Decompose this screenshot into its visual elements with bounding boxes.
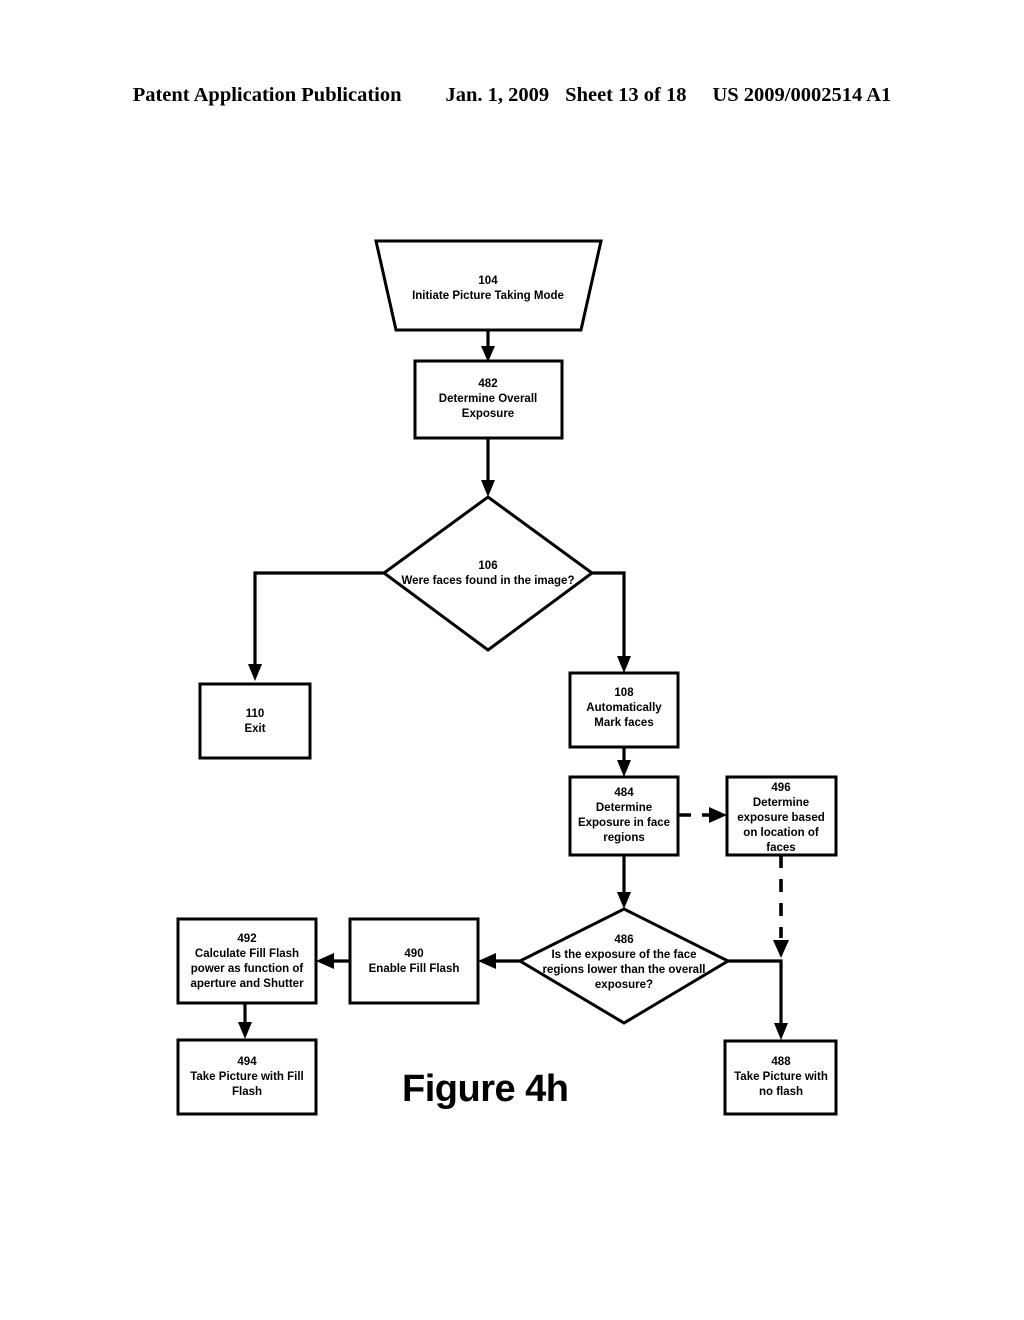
node-490-label: Enable Fill Flash <box>369 963 460 975</box>
node-494-take-picture-with-fill-flash[interactable]: 494 Take Picture with Fill Flash <box>176 1038 318 1116</box>
connector-104-to-482 <box>481 330 495 362</box>
connector-486-to-488 <box>728 959 788 1040</box>
node-110-label: Exit <box>244 723 265 735</box>
connector-490-to-492 <box>316 953 350 969</box>
node-490-enable-fill-flash[interactable]: 490 Enable Fill Flash <box>348 917 480 1005</box>
node-110-ref: 110 <box>246 708 265 720</box>
node-104-label: Initiate Picture Taking Mode <box>412 290 564 302</box>
node-496-determine-exposure-based-on-location-of-faces[interactable]: 496 Determine exposure based on location… <box>725 775 838 857</box>
node-482-ref: 482 <box>478 378 497 390</box>
node-108-ref: 108 <box>614 687 634 699</box>
node-494-label-line1: Take Picture with Fill <box>190 1071 304 1083</box>
node-486-label-line2: regions lower than the overall <box>543 964 706 976</box>
node-484-determine-exposure-in-face-regions[interactable]: 484 Determine Exposure in face regions <box>568 775 680 857</box>
node-488-label-line2: no flash <box>759 1086 803 1098</box>
patent-figure-page: Patent Application Publication Jan. 1, 20… <box>0 0 1024 1320</box>
connector-492-to-494 <box>238 1002 252 1039</box>
node-486-is-exposure-lower[interactable]: 486 Is the exposure of the face regions … <box>516 907 732 1025</box>
node-492-ref: 492 <box>237 933 256 945</box>
node-496-ref: 496 <box>771 782 790 794</box>
node-108-automatically-mark-faces[interactable]: 108 Automatically Mark faces <box>568 671 680 749</box>
node-496-label-line2: exposure based <box>737 812 825 824</box>
node-104-ref: 104 <box>478 275 498 287</box>
node-496-label-line4: faces <box>766 842 795 854</box>
node-492-label-line1: Calculate Fill Flash <box>195 948 299 960</box>
node-110-exit[interactable]: 110 Exit <box>198 682 312 760</box>
node-496-label-line1: Determine <box>753 797 809 809</box>
node-108-label-line2: Mark faces <box>594 717 653 729</box>
node-492-label-line3: aperture and Shutter <box>190 978 304 990</box>
node-482-label-line2: Exposure <box>462 408 514 420</box>
connector-486-to-490 <box>478 953 520 969</box>
node-486-label-line3: exposure? <box>595 979 653 991</box>
node-104-initiate-picture-taking-mode[interactable]: 104 Initiate Picture Taking Mode <box>374 239 603 332</box>
node-492-label-line2: power as function of <box>191 963 304 975</box>
node-106-were-faces-found[interactable]: 106 Were faces found in the image? <box>381 495 595 652</box>
node-106-label: Were faces found in the image? <box>402 575 575 587</box>
connector-482-to-106 <box>481 438 495 497</box>
connector-106-to-108 <box>592 571 631 673</box>
node-496-label-line3: on location of <box>743 827 819 839</box>
node-482-label-line1: Determine Overall <box>439 393 537 405</box>
node-484-label-line3: regions <box>603 832 645 844</box>
node-106-ref: 106 <box>478 560 497 572</box>
node-488-take-picture-with-no-flash[interactable]: 488 Take Picture with no flash <box>723 1039 838 1116</box>
connector-106-to-110 <box>248 571 384 681</box>
figure-caption: Figure 4h <box>402 1068 569 1110</box>
node-492-calculate-fill-flash-power[interactable]: 492 Calculate Fill Flash power as functi… <box>176 917 318 1005</box>
node-490-ref: 490 <box>404 948 423 960</box>
node-484-label-line1: Determine <box>596 802 652 814</box>
flowchart: 104 Initiate Picture Taking Mode 482 Det… <box>176 239 838 1116</box>
connector-108-to-484 <box>617 747 631 777</box>
node-484-label-line2: Exposure in face <box>578 817 670 829</box>
node-488-label-line1: Take Picture with <box>734 1071 828 1083</box>
connector-484-to-486 <box>617 855 631 909</box>
connector-484-to-496-dashed <box>678 807 727 823</box>
connector-496-to-junction-dashed <box>773 855 789 958</box>
node-486-ref: 486 <box>614 934 633 946</box>
node-488-ref: 488 <box>771 1056 791 1068</box>
node-484-ref: 484 <box>614 787 634 799</box>
node-108-label-line1: Automatically <box>586 702 662 714</box>
node-486-label-line1: Is the exposure of the face <box>551 949 696 961</box>
node-494-label-line2: Flash <box>232 1086 262 1098</box>
node-494-ref: 494 <box>237 1056 257 1068</box>
node-482-determine-overall-exposure[interactable]: 482 Determine Overall Exposure <box>413 359 564 440</box>
